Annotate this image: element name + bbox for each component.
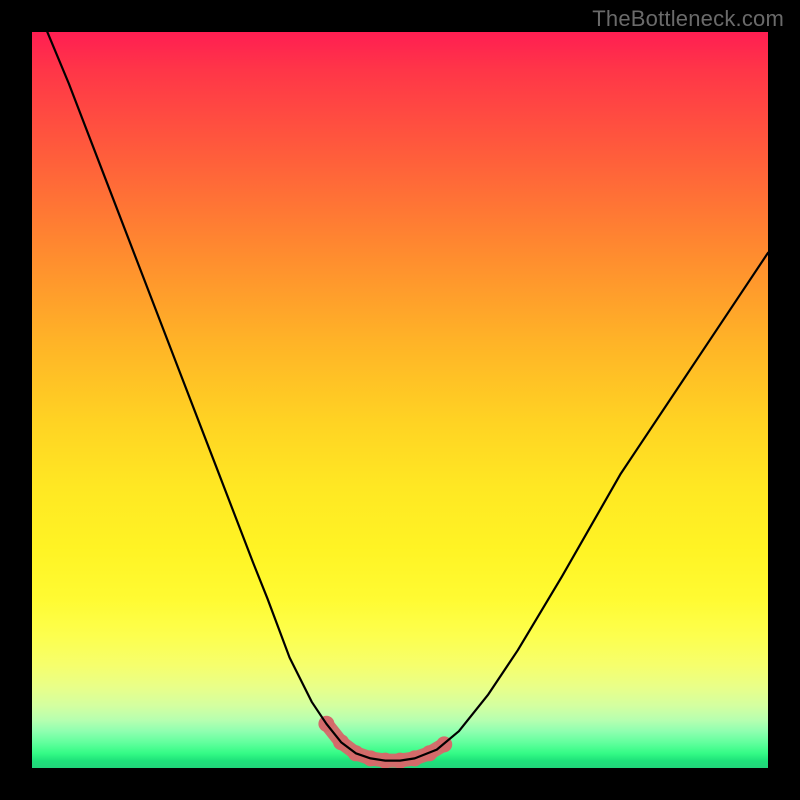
watermark-text: TheBottleneck.com: [592, 6, 784, 32]
bottleneck-curve: [32, 32, 768, 761]
chart-svg: [32, 32, 768, 768]
chart-frame: TheBottleneck.com: [0, 0, 800, 800]
plot-area: [32, 32, 768, 768]
